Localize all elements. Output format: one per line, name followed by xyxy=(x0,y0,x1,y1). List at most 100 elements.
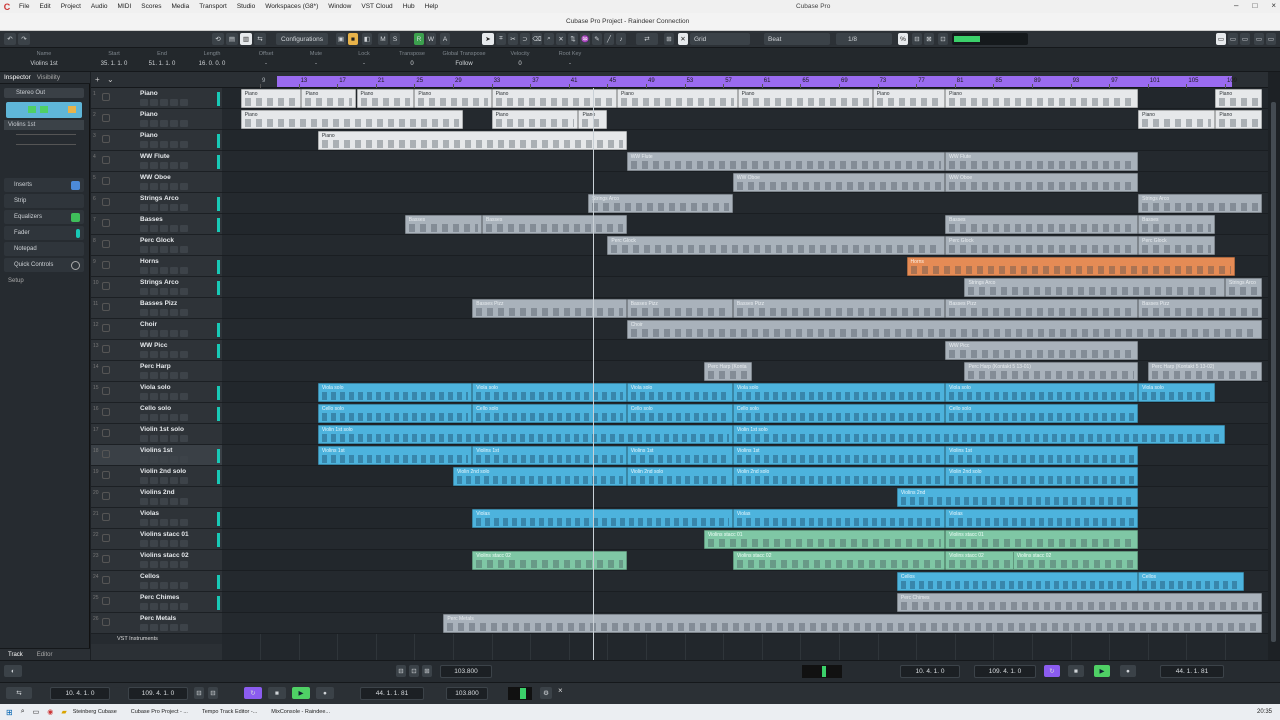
write-button[interactable] xyxy=(170,456,178,463)
record-button[interactable]: ● xyxy=(1120,665,1136,677)
monitor-button[interactable] xyxy=(180,435,188,442)
tempo-display[interactable]: 103.800 xyxy=(440,665,492,678)
read-button[interactable] xyxy=(160,582,168,589)
monitor-button[interactable] xyxy=(180,351,188,358)
monitor-button[interactable] xyxy=(180,603,188,610)
midi-part[interactable]: Piano xyxy=(1138,110,1216,129)
read-button[interactable] xyxy=(160,225,168,232)
track-header[interactable]: 18 Violins 1st xyxy=(91,445,222,466)
info-length[interactable]: Length 16. 0. 0. 0 xyxy=(188,51,236,67)
track-header[interactable]: 16 Cello solo xyxy=(91,403,222,424)
monitor-button[interactable] xyxy=(180,162,188,169)
record-enable-icon[interactable] xyxy=(102,408,110,416)
midi-part[interactable]: Perc Chimes xyxy=(896,593,1262,612)
read-button[interactable] xyxy=(160,288,168,295)
record-enable-icon[interactable] xyxy=(102,618,110,626)
section-strip[interactable]: Strip xyxy=(4,194,84,208)
midi-part[interactable]: Perc Metals xyxy=(443,614,1262,633)
read-button[interactable] xyxy=(160,204,168,211)
left-locator-display[interactable]: 10. 4. 1. 0 xyxy=(900,665,960,678)
transport-left-locator[interactable]: 10. 4. 1. 0 xyxy=(50,687,110,700)
mute-button[interactable] xyxy=(140,183,148,190)
monitor-button[interactable] xyxy=(180,330,188,337)
solo-button[interactable] xyxy=(150,456,158,463)
midi-part[interactable]: Strings Arco xyxy=(964,278,1225,297)
monitor-button[interactable] xyxy=(180,582,188,589)
constrain-delay-icon[interactable]: ⟲ xyxy=(212,33,224,45)
tab-editor[interactable]: Editor xyxy=(37,652,53,658)
monitor-button[interactable] xyxy=(180,519,188,526)
redo-icon[interactable]: ↷ xyxy=(18,33,30,45)
monitor-button[interactable] xyxy=(180,309,188,316)
track-name[interactable]: Violas xyxy=(140,510,159,517)
midi-part[interactable]: Cellos xyxy=(896,572,1139,591)
solo-button[interactable] xyxy=(150,498,158,505)
zoom-tool-icon[interactable]: ⌕ xyxy=(544,33,554,45)
solo-button[interactable] xyxy=(150,309,158,316)
write-button[interactable] xyxy=(170,540,178,547)
menu-audio[interactable]: Audio xyxy=(86,3,113,10)
read-button[interactable] xyxy=(160,330,168,337)
midi-part[interactable]: Viola solo xyxy=(626,383,733,402)
record-enable-icon[interactable] xyxy=(102,450,110,458)
track-header[interactable]: 10 Strings Arco xyxy=(91,277,222,298)
midi-part[interactable]: Basses xyxy=(945,215,1139,234)
midi-part[interactable]: Violin 2nd solo xyxy=(626,467,733,486)
solo-button[interactable] xyxy=(150,477,158,484)
menu-project[interactable]: Project xyxy=(56,3,86,10)
mute-button[interactable] xyxy=(140,561,148,568)
mute-button[interactable] xyxy=(140,246,148,253)
write-button[interactable] xyxy=(170,582,178,589)
tempo-track-icon[interactable]: ⊡ xyxy=(409,665,419,677)
record-enable-icon[interactable] xyxy=(102,429,110,437)
track-name[interactable]: Basses xyxy=(140,216,163,223)
mute-button[interactable] xyxy=(140,225,148,232)
layout-left-icon[interactable]: ▭ xyxy=(1216,33,1226,45)
mute-button[interactable] xyxy=(140,540,148,547)
punch-in-icon[interactable]: ⊟ xyxy=(194,687,204,699)
midi-part[interactable]: Piano xyxy=(491,89,618,108)
track-name[interactable]: Piano xyxy=(140,90,158,97)
mute-button[interactable] xyxy=(140,372,148,379)
lock-tempo-icon[interactable]: ⊟ xyxy=(396,665,406,677)
midi-part[interactable]: WW Picc xyxy=(945,341,1139,360)
record-enable-icon[interactable] xyxy=(102,387,110,395)
midi-part[interactable]: Piano xyxy=(240,89,302,108)
chrome-icon[interactable]: ◉ xyxy=(47,708,53,716)
layout-edit-icon[interactable]: ▭ xyxy=(1266,33,1276,45)
write-button[interactable] xyxy=(170,372,178,379)
track-header[interactable]: 20 Violins 2nd xyxy=(91,487,222,508)
solo-button[interactable] xyxy=(150,624,158,631)
midi-part[interactable]: Violin 1st solo xyxy=(317,425,733,444)
mute-button[interactable] xyxy=(140,603,148,610)
record-enable-icon[interactable] xyxy=(102,156,110,164)
info-offset[interactable]: Offset - xyxy=(242,51,290,67)
midi-part[interactable]: Viola solo xyxy=(1138,383,1216,402)
monitor-button[interactable] xyxy=(180,99,188,106)
solo-button[interactable] xyxy=(150,141,158,148)
info-value[interactable]: - xyxy=(242,61,290,67)
menu-vst-cloud[interactable]: VST Cloud xyxy=(356,3,397,10)
minimize-icon[interactable]: – xyxy=(1234,1,1238,10)
quantize-panel-icon[interactable]: ⊟ xyxy=(912,33,922,45)
menu-midi[interactable]: MIDI xyxy=(113,3,137,10)
midi-part[interactable]: Piano xyxy=(414,89,492,108)
punch-out-icon[interactable]: ⊟ xyxy=(208,687,218,699)
record-enable-icon[interactable] xyxy=(102,345,110,353)
add-track-icon[interactable]: + xyxy=(95,75,100,84)
midi-part[interactable]: Violin 2nd solo xyxy=(453,467,627,486)
write-button[interactable] xyxy=(170,288,178,295)
mute-button[interactable] xyxy=(140,498,148,505)
monitor-button[interactable] xyxy=(180,540,188,547)
read-button[interactable] xyxy=(160,309,168,316)
audio-performance-icon[interactable]: ⊡ xyxy=(938,33,948,45)
midi-part[interactable]: Cello solo xyxy=(732,404,946,423)
menu-hub[interactable]: Hub xyxy=(398,3,420,10)
write-automation-toggle[interactable]: W xyxy=(426,33,436,45)
midi-part[interactable]: Choir xyxy=(626,320,1262,339)
record-enable-icon[interactable] xyxy=(102,261,110,269)
midi-part[interactable]: Piano xyxy=(737,89,873,108)
mute-button[interactable] xyxy=(140,204,148,211)
split-tool-icon[interactable]: ✂ xyxy=(508,33,518,45)
monitor-button[interactable] xyxy=(180,183,188,190)
